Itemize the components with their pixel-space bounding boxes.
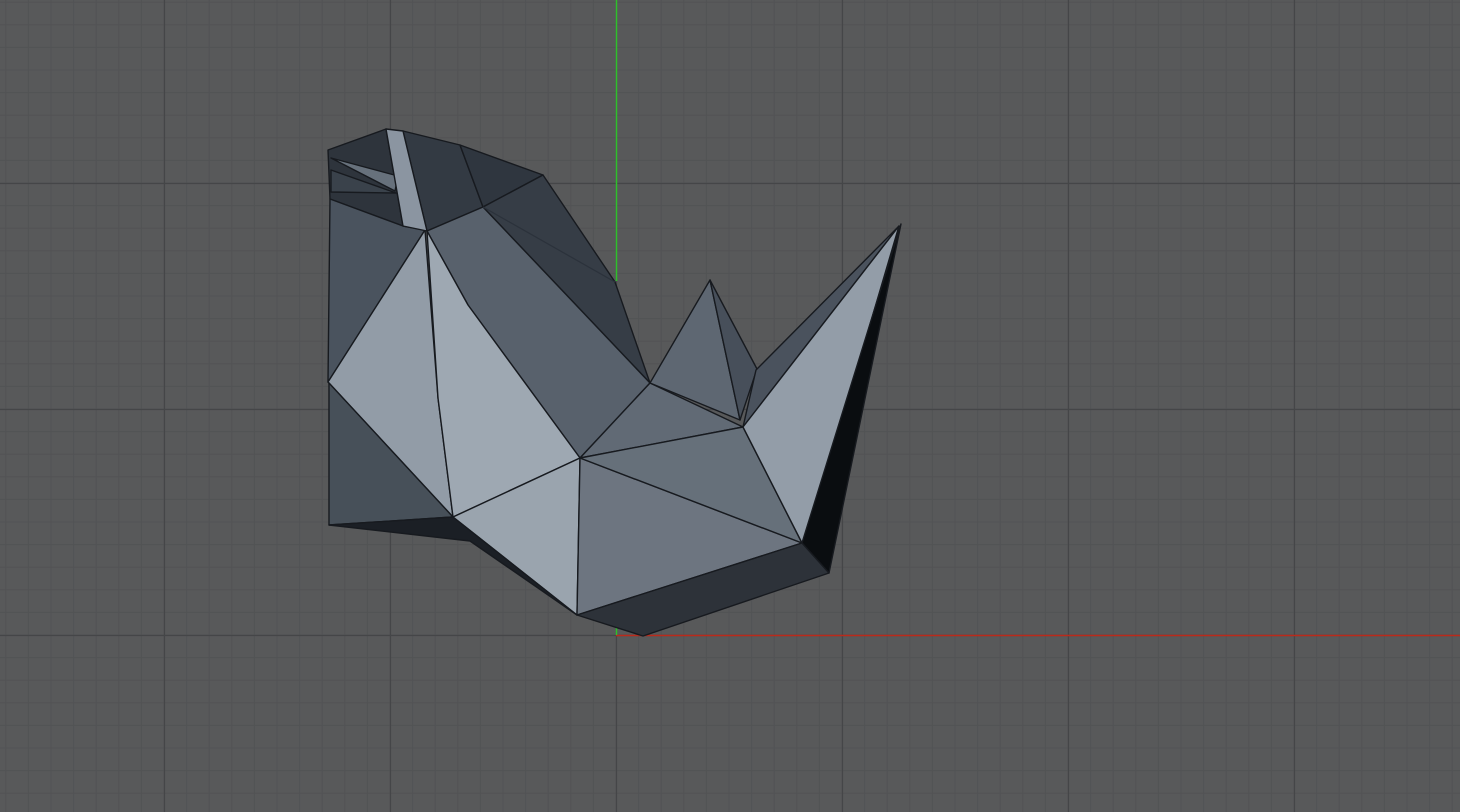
3d-viewport[interactable] [0,0,1460,812]
viewport-canvas[interactable] [0,0,1460,812]
